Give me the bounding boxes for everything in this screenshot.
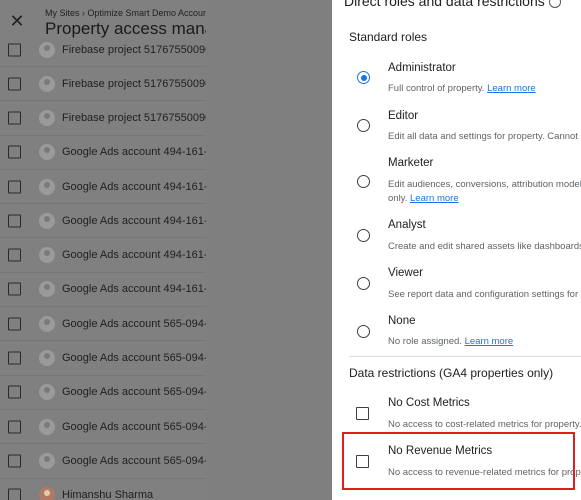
role-desc-administrator: Full control of property. Learn more <box>388 83 536 94</box>
table-row[interactable]: Google Ads account 494-161-7752 <box>0 170 206 205</box>
table-row[interactable]: Himanshu Sharma <box>0 479 206 500</box>
table-row[interactable]: Google Ads account 494-161-7752 <box>0 238 206 273</box>
table-row[interactable]: Google Ads account 565-094-5921 <box>0 410 206 445</box>
role-name-marketer: Marketer <box>388 157 434 169</box>
row-label: Google Ads account 565-094-5921 <box>62 420 206 433</box>
table-row[interactable]: Google Ads account 565-094-5921 <box>0 307 206 342</box>
radio-viewer[interactable] <box>357 277 370 290</box>
role-name-viewer: Viewer <box>388 267 423 279</box>
radio-administrator[interactable] <box>357 71 370 84</box>
learn-more-link[interactable]: Learn more <box>465 336 514 347</box>
row-label: Google Ads account 494-161-7752 <box>62 283 206 296</box>
row-label: Google Ads account 494-161-7752 <box>62 180 206 193</box>
divider <box>349 356 581 357</box>
role-name-analyst: Analyst <box>388 219 426 231</box>
table-row[interactable]: Google Ads account 565-094-5921 <box>0 376 206 410</box>
avatar <box>39 281 55 298</box>
row-label: Himanshu Sharma <box>62 489 154 500</box>
row-checkbox[interactable] <box>8 351 21 365</box>
row-label: Google Ads account 494-161-7752 <box>62 249 206 262</box>
learn-more-link[interactable]: Learn more <box>487 83 536 94</box>
role-desc-none: No role assigned. Learn more <box>388 336 513 347</box>
row-label: Firebase project 517675500903 <box>62 111 206 124</box>
avatar <box>39 487 55 500</box>
avatar <box>39 315 55 332</box>
table-row[interactable]: Firebase project 517675500903 <box>0 101 206 136</box>
roles-panel: Direct roles and data restrictions Stand… <box>332 0 581 500</box>
standard-roles-title: Standard roles <box>349 30 428 44</box>
table-row[interactable]: Firebase project 517675500903 <box>0 33 206 67</box>
avatar <box>39 384 55 401</box>
section-heading: Direct roles and data restrictions <box>344 0 561 9</box>
row-checkbox[interactable] <box>8 43 21 56</box>
radio-marketer[interactable] <box>357 175 370 188</box>
role-desc-viewer: See report data and configuration settin… <box>388 289 581 300</box>
restriction-desc-no-cost: No access to cost-related metrics for pr… <box>388 419 581 430</box>
avatar <box>39 247 55 264</box>
role-desc-text: No role assigned. <box>388 336 462 347</box>
learn-more-link[interactable]: Learn more <box>410 193 459 204</box>
avatar <box>39 109 55 126</box>
row-label: Google Ads account 565-094-5921 <box>62 386 206 399</box>
role-desc-text: Full control of property. <box>388 83 485 94</box>
table-row[interactable]: Google Ads account 565-094-5921 <box>0 444 206 479</box>
row-checkbox[interactable] <box>8 420 21 434</box>
restriction-desc-no-revenue: No access to revenue-related metrics for… <box>388 467 581 478</box>
row-label: Google Ads account 565-094-5921 <box>62 352 206 365</box>
row-label: Google Ads account 494-161-7752 <box>62 214 206 227</box>
radio-analyst[interactable] <box>357 229 370 242</box>
property-access-list-panel: ✕ My Sites › Optimize Smart Demo Account… <box>0 0 206 500</box>
avatar <box>39 452 55 469</box>
avatar <box>39 75 55 92</box>
row-checkbox[interactable] <box>8 180 21 194</box>
row-checkbox[interactable] <box>8 248 21 262</box>
table-row[interactable]: Google Ads account 494-161-7752 <box>0 273 206 308</box>
avatar <box>39 41 55 58</box>
role-name-none: None <box>388 315 416 327</box>
section-heading-text: Direct roles and data restrictions <box>344 0 545 9</box>
checkbox-no-revenue-metrics[interactable] <box>356 455 369 468</box>
role-desc-marketer-2: only. Learn more <box>388 193 459 204</box>
row-label: Google Ads account 565-094-5921 <box>62 454 206 467</box>
row-label: Google Ads account 565-094-5921 <box>62 317 206 330</box>
table-row[interactable]: Google Ads account 565-094-5921 <box>0 341 206 376</box>
table-row[interactable]: Firebase project 517675500903 <box>0 67 206 102</box>
role-name-administrator: Administrator <box>388 62 456 74</box>
radio-none[interactable] <box>357 325 370 338</box>
role-desc-text: only. <box>388 193 408 204</box>
row-checkbox[interactable] <box>8 145 21 159</box>
row-checkbox[interactable] <box>8 317 21 331</box>
role-desc-analyst: Create and edit shared assets like dashb… <box>388 241 581 252</box>
row-label: Firebase project 517675500903 <box>62 43 206 56</box>
row-checkbox[interactable] <box>8 214 21 228</box>
row-label: Google Ads account 494-161-7752 <box>62 146 206 159</box>
role-desc-editor: Edit all data and settings for property.… <box>388 131 581 142</box>
table-row[interactable]: Google Ads account 494-161-7752 <box>0 136 206 170</box>
row-checkbox[interactable] <box>8 385 21 399</box>
avatar <box>39 418 55 435</box>
avatar <box>39 350 55 367</box>
avatar <box>39 144 55 161</box>
row-label: Firebase project 517675500903 <box>62 77 206 90</box>
avatar <box>39 178 55 195</box>
table-row[interactable]: Google Ads account 494-161-7752 <box>0 204 206 239</box>
checkbox-no-cost-metrics[interactable] <box>356 407 369 420</box>
restriction-name-no-revenue: No Revenue Metrics <box>388 445 493 457</box>
radio-editor[interactable] <box>357 119 370 132</box>
row-checkbox[interactable] <box>8 111 21 125</box>
row-checkbox[interactable] <box>8 282 21 296</box>
user-list: Firebase project 517675500903 Firebase p… <box>0 33 206 500</box>
row-checkbox[interactable] <box>8 454 21 468</box>
breadcrumb[interactable]: My Sites › Optimize Smart Demo Account <box>45 8 206 18</box>
row-checkbox[interactable] <box>8 77 21 91</box>
overlay-backdrop <box>206 0 332 500</box>
close-icon[interactable]: ✕ <box>9 12 25 30</box>
role-name-editor: Editor <box>388 110 419 122</box>
restriction-name-no-cost: No Cost Metrics <box>388 397 470 409</box>
avatar <box>39 212 55 229</box>
data-restrictions-title: Data restrictions (GA4 properties only) <box>349 366 554 380</box>
help-icon[interactable] <box>548 0 561 9</box>
role-desc-marketer: Edit audiences, conversions, attribution… <box>388 179 581 190</box>
row-checkbox[interactable] <box>8 488 21 500</box>
